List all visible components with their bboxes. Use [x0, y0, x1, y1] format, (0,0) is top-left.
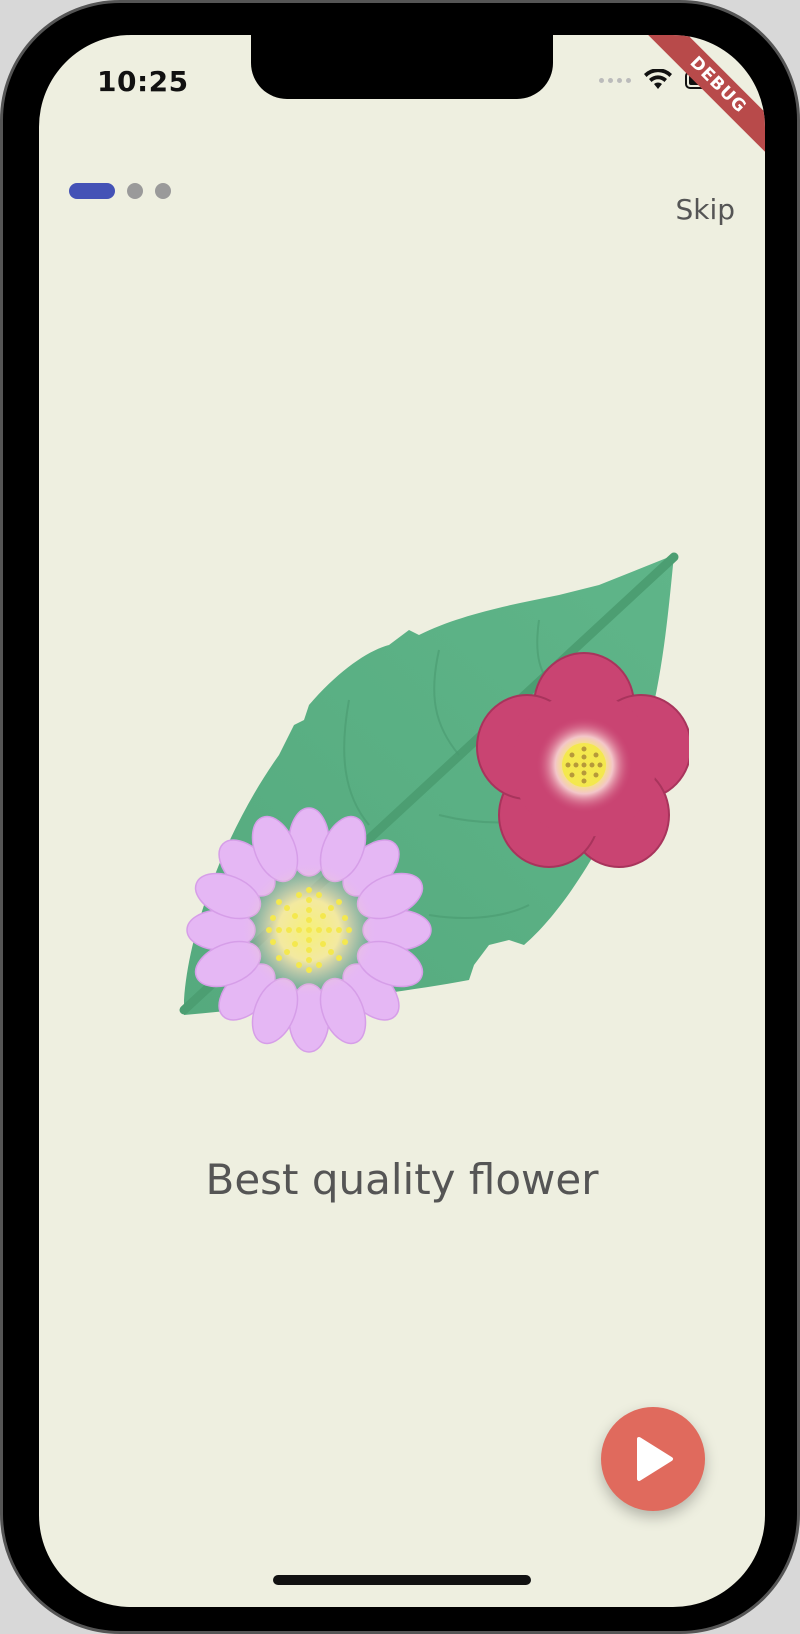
- onboarding-headline: Best quality flower: [205, 1155, 599, 1204]
- play-arrow-icon: [637, 1437, 673, 1481]
- cellular-signal-icon: [599, 77, 631, 83]
- skip-button[interactable]: Skip: [675, 193, 735, 226]
- page-indicator-active: [69, 183, 115, 199]
- phone-frame: 10:25 DEBUG Skip Best quality flower: [0, 0, 800, 1634]
- flower-illustration: [179, 552, 689, 1053]
- status-time: 10:25: [97, 65, 189, 98]
- app-screen: 10:25 DEBUG Skip Best quality flower: [39, 35, 765, 1607]
- device-notch: [251, 35, 553, 99]
- page-indicator-dot: [127, 183, 143, 199]
- home-indicator[interactable]: [273, 1575, 531, 1585]
- next-button[interactable]: [601, 1407, 705, 1511]
- wifi-icon: [644, 69, 672, 89]
- page-indicator-dot: [155, 183, 171, 199]
- debug-banner: DEBUG: [647, 35, 765, 156]
- page-indicator: [69, 183, 171, 199]
- lilac-flower: [186, 807, 432, 1053]
